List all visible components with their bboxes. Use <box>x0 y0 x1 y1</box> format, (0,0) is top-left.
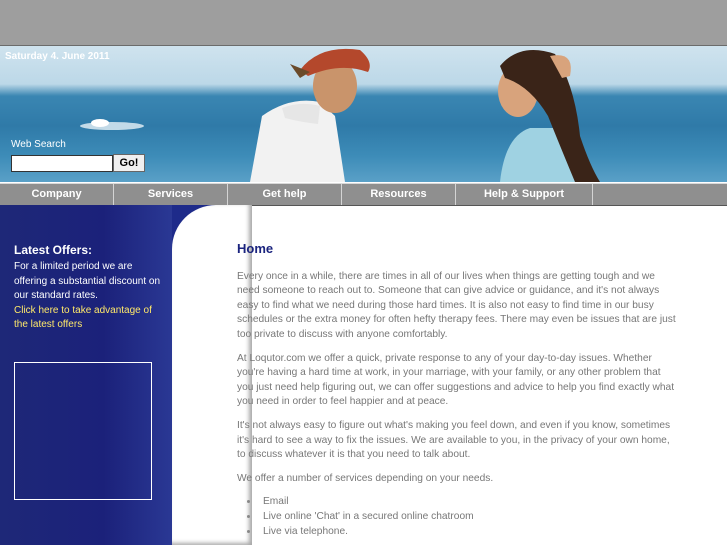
nav-company[interactable]: Company <box>0 184 114 205</box>
page-title: Home <box>237 241 274 256</box>
nav-get-help[interactable]: Get help <box>228 184 342 205</box>
latest-offers-text: For a limited period we are offering a s… <box>14 260 164 333</box>
current-date: Saturday 4. June 2011 <box>5 51 110 62</box>
header-banner: Saturday 4. June 2011 Web Search Go! <box>0 46 727 182</box>
paragraph: At Loqutor.com we offer a quick, private… <box>237 352 675 408</box>
offers-link[interactable]: Click here to take advantage of the late… <box>14 305 152 331</box>
offers-box <box>14 362 152 500</box>
latest-offers-title: Latest Offers: <box>14 243 93 257</box>
nav-services[interactable]: Services <box>114 184 228 205</box>
paragraph: We offer a number of services depending … <box>237 472 494 484</box>
main-content: Home Every once in a while, there are ti… <box>237 241 677 539</box>
list-item: Live via telephone. <box>259 525 677 540</box>
go-button[interactable]: Go! <box>113 154 145 172</box>
web-search-input[interactable] <box>11 155 113 172</box>
offers-description: For a limited period we are offering a s… <box>14 261 161 301</box>
paragraph: Every once in a while, there are times i… <box>237 270 676 340</box>
main-nav: Company Services Get help Resources Help… <box>0 183 727 206</box>
list-item: Live online 'Chat' in a secured online c… <box>259 510 677 525</box>
nav-help-support[interactable]: Help & Support <box>456 184 593 205</box>
paragraph: It's not always easy to figure out what'… <box>237 419 671 461</box>
list-item: Email <box>259 495 677 510</box>
top-bar <box>0 0 727 46</box>
services-list: Email Live online 'Chat' in a secured on… <box>237 495 677 539</box>
nav-resources[interactable]: Resources <box>342 184 456 205</box>
web-search-label: Web Search <box>11 139 66 150</box>
